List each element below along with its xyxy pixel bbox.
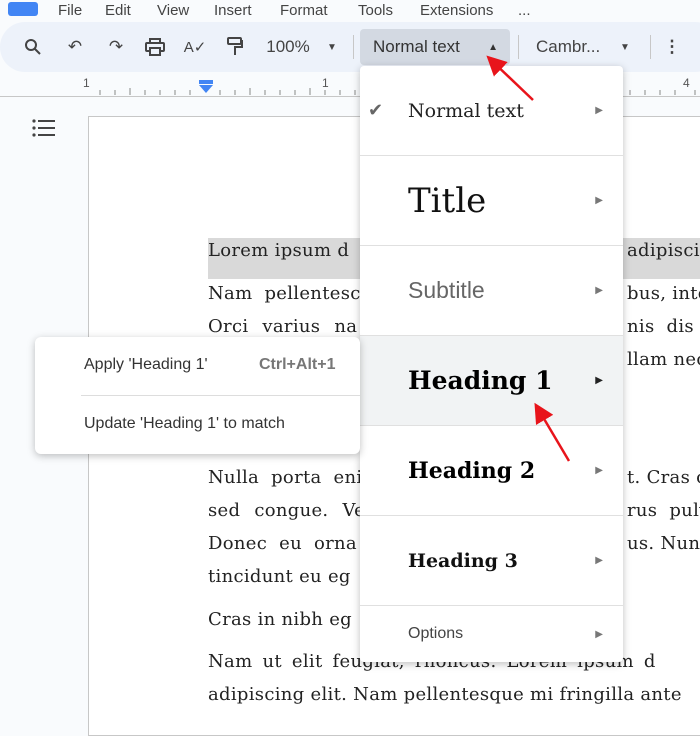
update-heading-1-label: Update 'Heading 1' to match (84, 415, 285, 432)
keyboard-shortcut: Ctrl+Alt+1 (259, 356, 336, 373)
body-text-line[interactable]: bus, inte (627, 283, 700, 304)
divider (353, 35, 354, 59)
print-icon[interactable] (142, 22, 168, 72)
apply-heading-1-label: Apply 'Heading 1' (84, 356, 208, 373)
menu-item-label: Title (408, 180, 487, 221)
menu-item-normal-text[interactable]: ✔ Normal text ▶ (360, 66, 623, 156)
submenu-arrow-icon: ▶ (595, 105, 603, 116)
body-text-line[interactable]: adipiscing elit. Nam pellentesque mi fri… (208, 684, 682, 705)
body-text-line[interactable]: Cras in nibh eg (208, 609, 352, 630)
submenu-arrow-icon: ▶ (595, 555, 603, 566)
divider (518, 35, 519, 59)
menu-item-heading-2[interactable]: Heading 2 ▶ (360, 426, 623, 516)
ruler-label: 1 (322, 76, 329, 90)
menu-item-label: Heading 3 (408, 549, 518, 572)
paragraph-style-dropdown[interactable]: Normal text ▲ (360, 29, 510, 65)
font-dropdown-icon[interactable]: ▼ (615, 22, 635, 72)
undo-icon[interactable]: ↶ (62, 22, 88, 72)
menu-more[interactable]: ... (518, 2, 531, 19)
body-text-line[interactable]: nis dis p (627, 316, 700, 337)
menu-file[interactable]: File (58, 2, 82, 19)
menu-format[interactable]: Format (280, 2, 328, 19)
menu-item-label: Heading 2 (408, 457, 536, 484)
update-heading-1-item[interactable]: Update 'Heading 1' to match (35, 396, 360, 454)
submenu-arrow-icon: ▶ (595, 195, 603, 206)
submenu-arrow-icon: ▶ (595, 465, 603, 476)
body-text-line[interactable]: Orci varius na (208, 316, 357, 337)
indent-marker[interactable] (199, 85, 213, 93)
menu-item-label: Subtitle (408, 277, 485, 303)
menu-extensions[interactable]: Extensions (420, 2, 493, 19)
heading-1-submenu: Apply 'Heading 1' Ctrl+Alt+1 Update 'Hea… (35, 337, 360, 454)
caret-up-icon: ▲ (488, 41, 498, 53)
body-text-line[interactable]: t. Cras c (627, 467, 700, 488)
body-text-line[interactable]: Lorem ipsum d (208, 240, 349, 261)
more-options-icon[interactable]: ⋮ (662, 22, 682, 72)
submenu-arrow-icon: ▶ (595, 285, 603, 296)
ruler-label: 4 (683, 76, 690, 90)
menu-view[interactable]: View (157, 2, 189, 19)
submenu-arrow-icon: ▶ (595, 375, 603, 386)
toolbar: ↶ ↷ A✓ 100% ▼ Normal text ▲ Cambr... ▼ ⋮ (0, 22, 700, 72)
body-text-line[interactable]: llam nec (627, 349, 700, 370)
redo-icon[interactable]: ↷ (103, 22, 129, 72)
menu-edit[interactable]: Edit (105, 2, 131, 19)
menu-item-label: Heading 1 (408, 366, 553, 395)
menu-item-label: Options (408, 625, 464, 642)
menu-item-subtitle[interactable]: Subtitle ▶ (360, 246, 623, 336)
checkmark-icon: ✔ (368, 100, 384, 120)
apply-heading-1-item[interactable]: Apply 'Heading 1' Ctrl+Alt+1 (35, 337, 360, 395)
paragraph-style-menu: ✔ Normal text ▶ Title ▶ Subtitle ▶ Headi… (360, 66, 623, 662)
menu-item-heading-1[interactable]: Heading 1 ▶ (360, 336, 623, 426)
paint-format-icon[interactable] (222, 22, 248, 72)
menu-item-heading-3[interactable]: Heading 3 ▶ (360, 516, 623, 606)
menu-item-title[interactable]: Title ▶ (360, 156, 623, 246)
menubar: File Edit View Insert Format Tools Exten… (0, 2, 700, 20)
indent-marker[interactable] (199, 80, 213, 84)
divider (650, 35, 651, 59)
body-text-line[interactable]: us. Nunc (627, 533, 700, 554)
zoom-value[interactable]: 100% (263, 22, 313, 72)
body-text-line[interactable]: tincidunt eu eg (208, 566, 351, 587)
menu-insert[interactable]: Insert (214, 2, 252, 19)
spellcheck-icon[interactable]: A✓ (182, 22, 208, 72)
menu-item-options[interactable]: Options ▶ (360, 606, 623, 662)
submenu-arrow-icon: ▶ (595, 628, 603, 640)
ruler-label: 1 (83, 76, 90, 90)
body-text-line[interactable]: Donec eu orna (208, 533, 357, 554)
paragraph-style-value: Normal text (373, 37, 460, 56)
body-text-line[interactable]: sed congue. Ve (208, 500, 365, 521)
zoom-dropdown-icon[interactable]: ▼ (322, 22, 342, 72)
body-text-line[interactable]: Nam pellentesc (208, 283, 361, 304)
menu-item-label: Normal text (408, 99, 524, 122)
menu-tools[interactable]: Tools (358, 2, 393, 19)
search-icon[interactable] (20, 22, 46, 72)
font-family-dropdown[interactable]: Cambr... (536, 22, 606, 72)
body-text-line[interactable]: rus pulv (627, 500, 700, 521)
body-text-line[interactable]: adipiscin (627, 240, 700, 261)
body-text-line[interactable]: Nulla porta eni (208, 467, 362, 488)
document-outline-icon[interactable] (32, 118, 56, 143)
